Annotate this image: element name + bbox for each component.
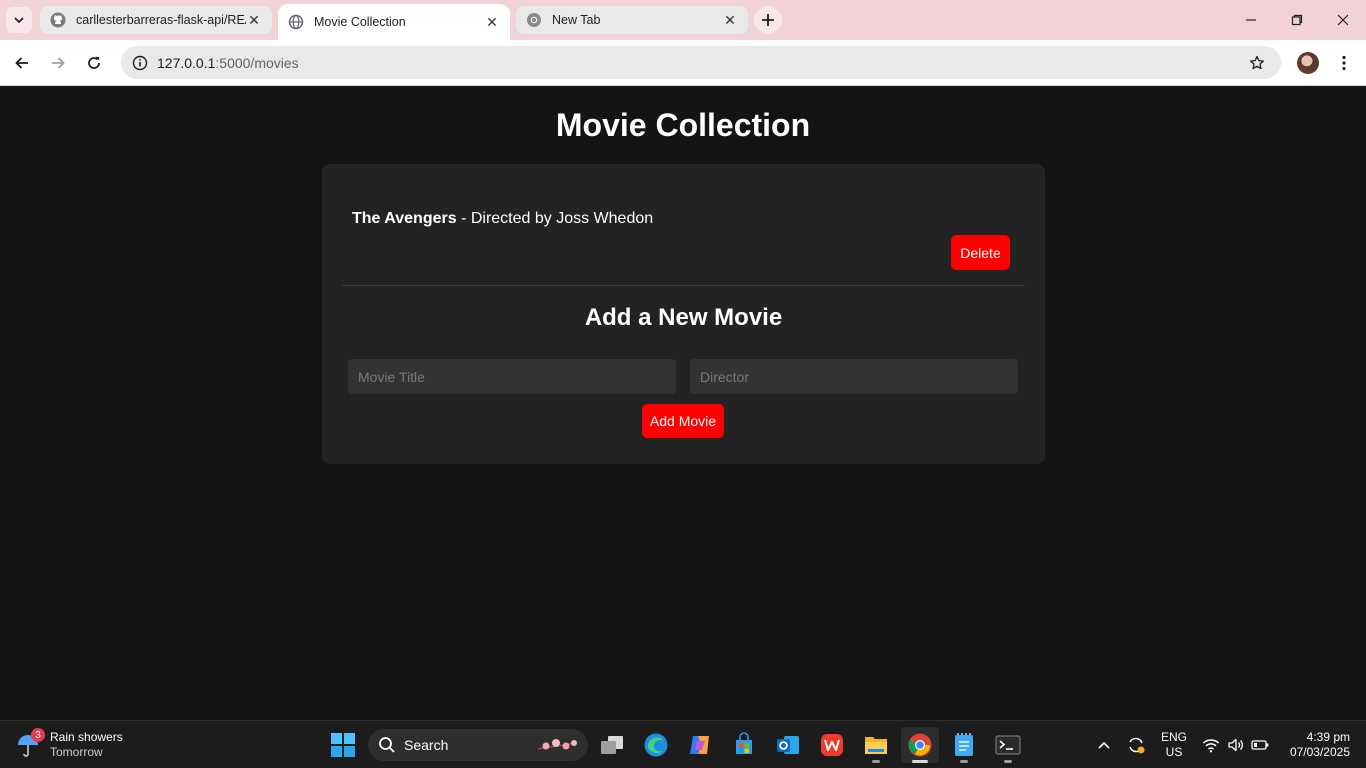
system-clock[interactable]: 4:39 pm 07/03/2025 — [1278, 730, 1350, 760]
github-icon — [50, 12, 66, 28]
language-code: ENG — [1160, 730, 1187, 744]
forward-button[interactable] — [42, 47, 74, 79]
arrow-right-icon — [52, 57, 65, 69]
taskbar: 3 Rain showers Tomorrow Search ENG US 4:… — [0, 720, 1366, 768]
file-explorer-icon[interactable] — [857, 727, 895, 763]
search-label: Search — [404, 737, 449, 753]
site-info-icon[interactable] — [123, 46, 157, 79]
weather-title: Rain showers — [50, 730, 123, 744]
taskbar-search[interactable]: Search — [368, 729, 588, 761]
store-icon[interactable] — [725, 727, 763, 763]
windows-start-icon[interactable] — [330, 732, 356, 758]
tab-search-button[interactable] — [6, 7, 32, 33]
sync-status-icon[interactable] — [1124, 721, 1148, 768]
tab-title: Movie Collection — [314, 15, 406, 29]
url-path: :5000/movies — [215, 54, 299, 71]
rain-icon: 3 — [14, 728, 45, 759]
chevron-up-icon — [1098, 741, 1110, 749]
minimize-icon — [1246, 19, 1256, 21]
close-window-button[interactable] — [1320, 0, 1366, 40]
movie-list-item: The Avengers - Directed by Joss Whedon D… — [342, 184, 1025, 286]
back-button[interactable] — [6, 47, 38, 79]
tab-title: New Tab — [552, 13, 601, 27]
close-tab-icon[interactable]: ✕ — [722, 12, 738, 28]
movie-title-input[interactable] — [348, 359, 676, 394]
page-content: Movie Collection The Avengers - Directed… — [0, 87, 1366, 720]
running-indicator — [912, 760, 928, 763]
volume-icon[interactable] — [1225, 721, 1247, 768]
movies-card: The Avengers - Directed by Joss Whedon D… — [322, 164, 1045, 464]
wifi-icon[interactable] — [1200, 721, 1222, 768]
minimize-button[interactable] — [1228, 0, 1274, 40]
more-vert-icon — [1342, 55, 1346, 71]
page-title: Movie Collection — [555, 107, 811, 143]
close-icon — [1337, 14, 1349, 26]
movie-director: - Directed by Joss Whedon — [456, 210, 654, 227]
new-tab-button[interactable] — [754, 6, 782, 34]
cherry-blossom-icon — [537, 739, 577, 750]
address-bar[interactable]: 127.0.0.1:5000/movies — [121, 46, 1281, 79]
chrome-taskbar-icon[interactable] — [901, 727, 939, 763]
delete-button[interactable]: Delete — [951, 235, 1010, 270]
chrome-icon — [526, 12, 542, 28]
running-indicator — [960, 760, 968, 763]
outlook-icon[interactable] — [769, 727, 807, 763]
bookmark-star-icon[interactable] — [1247, 53, 1267, 73]
copilot-icon[interactable] — [681, 727, 719, 763]
weather-badge: 3 — [31, 728, 45, 742]
add-movie-button[interactable]: Add Movie — [642, 404, 724, 438]
search-icon — [379, 737, 395, 753]
edge-icon[interactable] — [637, 727, 675, 763]
director-input[interactable] — [690, 359, 1018, 394]
restore-button[interactable] — [1274, 0, 1320, 40]
movie-title: The Avengers — [352, 210, 457, 227]
tab-title: carllesterbarreras-flask-api/READ — [76, 13, 246, 27]
restore-icon — [1291, 14, 1303, 26]
clock-date: 07/03/2025 — [1289, 745, 1350, 759]
wps-icon[interactable] — [813, 727, 851, 763]
arrow-left-icon — [15, 57, 28, 69]
region-code: US — [1165, 745, 1183, 759]
terminal-icon[interactable] — [989, 727, 1027, 763]
plus-icon — [762, 14, 774, 26]
running-indicator — [1004, 760, 1012, 763]
close-tab-icon[interactable]: ✕ — [484, 14, 500, 30]
browser-menu-button[interactable] — [1332, 50, 1356, 76]
language-indicator[interactable]: ENG US — [1158, 730, 1190, 760]
clock-time: 4:39 pm — [1306, 730, 1350, 744]
add-movie-heading: Add a New Movie — [584, 304, 783, 331]
browser-toolbar: 127.0.0.1:5000/movies — [0, 40, 1366, 86]
running-indicator — [872, 760, 880, 763]
reload-button[interactable] — [78, 47, 110, 79]
show-hidden-icons-button[interactable] — [1094, 721, 1114, 768]
profile-avatar[interactable] — [1297, 52, 1319, 74]
globe-icon — [288, 14, 304, 30]
tab-strip: carllesterbarreras-flask-api/READ ✕ Movi… — [0, 0, 1366, 40]
reload-icon — [88, 56, 100, 69]
tab-movie-collection[interactable]: Movie Collection ✕ — [278, 4, 510, 40]
chevron-down-icon — [14, 17, 24, 24]
close-tab-icon[interactable]: ✕ — [246, 12, 262, 28]
tab-github[interactable]: carllesterbarreras-flask-api/READ ✕ — [40, 6, 272, 34]
notepad-icon[interactable] — [945, 727, 983, 763]
url-text: 127.0.0.1:5000/movies — [157, 55, 299, 71]
movie-text: The Avengers - Directed by Joss Whedon — [352, 210, 653, 228]
battery-icon[interactable] — [1249, 721, 1271, 768]
tab-new-tab[interactable]: New Tab ✕ — [516, 6, 748, 34]
task-view-icon[interactable] — [593, 727, 631, 763]
weather-subtitle: Tomorrow — [50, 745, 103, 759]
url-host: 127.0.0.1 — [157, 54, 216, 71]
weather-widget[interactable]: 3 Rain showers Tomorrow — [14, 726, 123, 764]
